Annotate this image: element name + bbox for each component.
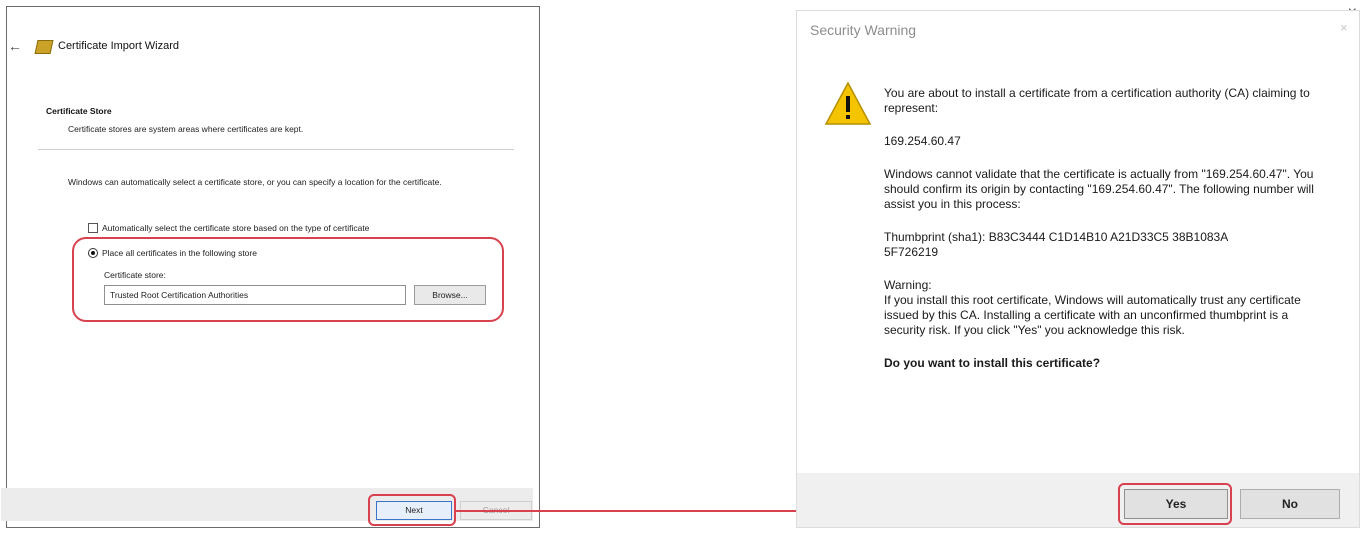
flow-arrow-line — [455, 510, 823, 512]
store-description: Windows can automatically select a certi… — [68, 177, 442, 187]
no-button[interactable]: No — [1240, 489, 1340, 519]
ca-address: 169.254.60.47 — [884, 134, 961, 148]
install-question: Do you want to install this certificate? — [884, 356, 1101, 370]
store-highlight-outline — [72, 237, 504, 322]
close-icon[interactable]: × — [1340, 20, 1348, 35]
option-auto-select[interactable]: Automatically select the certificate sto… — [88, 223, 369, 233]
back-arrow-icon[interactable]: ← — [8, 38, 22, 54]
warning-intro: You are about to install a certificate f… — [884, 86, 1310, 115]
validation-text: Windows cannot validate that the certifi… — [884, 167, 1314, 211]
security-warning-title: Security Warning — [810, 22, 917, 38]
certificate-icon — [34, 40, 54, 54]
warning-text: If you install this root certificate, Wi… — [884, 293, 1301, 337]
thumbprint: Thumbprint (sha1): B83C3444 C1D14B10 A21… — [884, 230, 1324, 260]
next-highlight-outline — [368, 494, 456, 526]
section-subtitle: Certificate stores are system areas wher… — [68, 124, 304, 134]
divider — [38, 149, 514, 150]
auto-select-checkbox[interactable] — [88, 223, 98, 233]
warning-triangle-icon — [824, 81, 872, 125]
thumbprint-line-2: 5F726219 — [884, 245, 939, 259]
section-title: Certificate Store — [46, 106, 112, 116]
wizard-title: Certificate Import Wizard — [58, 40, 180, 52]
yes-highlight-outline — [1118, 483, 1232, 525]
warning-heading: Warning: — [884, 278, 932, 292]
risk-warning: Warning: If you install this root certif… — [884, 278, 1324, 338]
security-warning-body: You are about to install a certificate f… — [884, 86, 1324, 371]
option-auto-label: Automatically select the certificate sto… — [102, 223, 370, 233]
thumbprint-line-1: Thumbprint (sha1): B83C3444 C1D14B10 A21… — [884, 230, 1229, 244]
